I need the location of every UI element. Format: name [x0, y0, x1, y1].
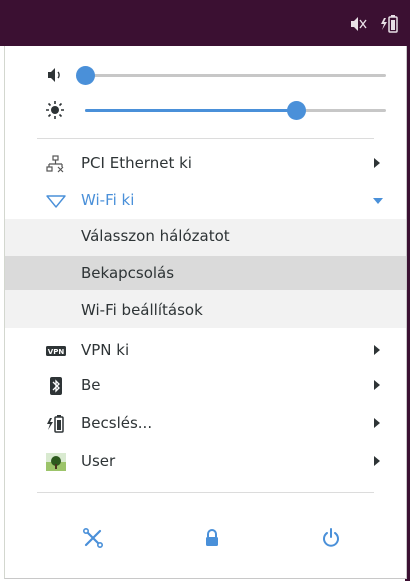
wired-network-icon — [45, 154, 67, 174]
submenu-item-label: Válasszon hálózatot — [81, 227, 230, 245]
vpn-label: VPN ki — [81, 341, 130, 359]
settings-icon[interactable] — [81, 526, 105, 550]
brightness-slider-knob[interactable] — [286, 101, 306, 120]
wifi-submenu: Válasszon hálózatot Bekapcsolás Wi-Fi be… — [5, 219, 406, 328]
speaker-muted-icon[interactable] — [348, 14, 368, 34]
submenu-arrow-icon — [374, 418, 380, 428]
system-menu: PCI Ethernet ki Wi-Fi ki Válasszon hálóz… — [4, 46, 407, 579]
separator — [37, 138, 374, 139]
volume-slider-row — [5, 63, 406, 87]
brightness-icon — [45, 100, 67, 120]
submenu-item-label: Wi-Fi beállítások — [81, 301, 203, 319]
submenu-arrow-icon — [374, 380, 380, 390]
brightness-slider-row — [5, 98, 406, 122]
user-avatar-icon — [45, 452, 67, 472]
ethernet-menu-item[interactable]: PCI Ethernet ki — [5, 147, 406, 181]
vpn-menu-item[interactable]: VPN VPN ki — [5, 334, 406, 368]
wifi-turn-on-item[interactable]: Bekapcsolás — [5, 256, 406, 290]
chevron-down-icon — [373, 198, 383, 204]
wifi-select-network-item[interactable]: Válasszon hálózatot — [5, 219, 406, 253]
svg-text:VPN: VPN — [48, 348, 65, 356]
speaker-icon — [45, 65, 67, 85]
ethernet-label: PCI Ethernet ki — [81, 154, 192, 172]
wifi-label: Wi-Fi ki — [81, 191, 135, 209]
separator — [37, 492, 374, 493]
power-off-icon[interactable] — [319, 526, 343, 550]
bluetooth-label: Be — [81, 376, 101, 394]
brightness-slider[interactable] — [85, 101, 386, 120]
battery-icon — [45, 414, 67, 434]
power-menu-item[interactable]: Becslés... — [5, 407, 406, 441]
submenu-arrow-icon — [374, 345, 380, 355]
submenu-arrow-icon — [374, 456, 380, 466]
power-label: Becslés... — [81, 414, 153, 432]
volume-slider-knob[interactable] — [76, 66, 95, 85]
wifi-settings-item[interactable]: Wi-Fi beállítások — [5, 293, 406, 327]
user-label: User — [81, 452, 116, 470]
submenu-arrow-icon — [374, 158, 380, 168]
lock-icon[interactable] — [200, 526, 224, 550]
volume-slider[interactable] — [76, 66, 386, 85]
submenu-item-label: Bekapcsolás — [81, 264, 175, 282]
bluetooth-icon — [45, 376, 67, 396]
battery-icon[interactable] — [378, 14, 400, 34]
wifi-icon — [45, 191, 67, 211]
bluetooth-menu-item[interactable]: Be — [5, 369, 406, 403]
vpn-icon: VPN — [45, 341, 67, 361]
brightness-slider-fill — [85, 109, 296, 112]
top-bar — [0, 0, 410, 46]
wifi-menu-item[interactable]: Wi-Fi ki — [5, 184, 406, 218]
user-menu-item[interactable]: User — [5, 445, 406, 479]
